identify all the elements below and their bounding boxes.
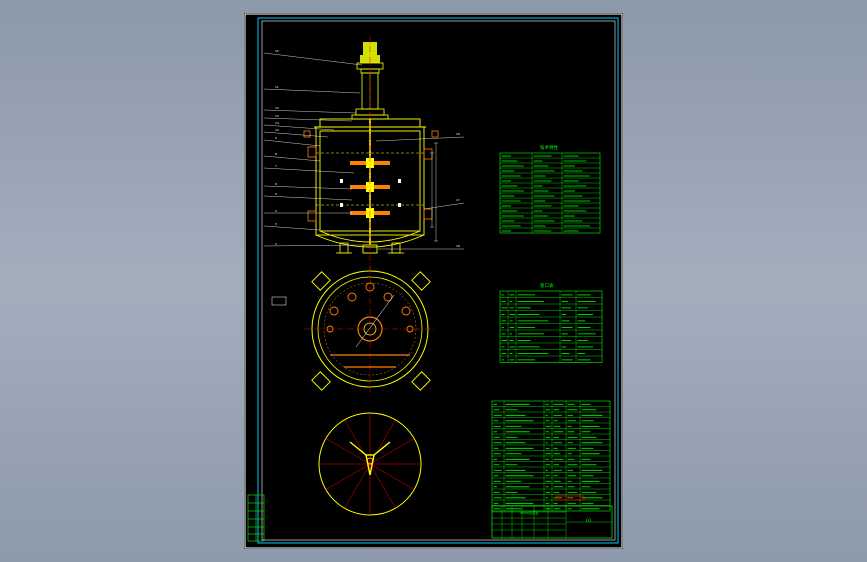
part-number-label: 16 bbox=[456, 132, 460, 136]
part-number-label: 6 bbox=[275, 182, 277, 186]
part-numbers-right: 16 17 18 bbox=[456, 132, 460, 248]
elevation-view bbox=[263, 35, 465, 271]
part-number-label: 14 bbox=[275, 121, 279, 125]
part-number-label: 3 bbox=[275, 222, 277, 226]
impeller-detail-view bbox=[318, 412, 422, 516]
detail-spoke bbox=[369, 463, 415, 490]
drawing-frame bbox=[257, 17, 619, 544]
part-number-label: 8 bbox=[275, 152, 277, 156]
part-number-label: 7 bbox=[275, 164, 277, 168]
part-number-label: 18 bbox=[456, 244, 460, 248]
part-number-label: 5 bbox=[275, 192, 277, 196]
part-number-label: 17 bbox=[456, 198, 460, 202]
part-number-label: 15 bbox=[275, 49, 279, 53]
plan-callout-2 bbox=[271, 296, 287, 306]
drawing-sheet: 15 11 12 13 14 10 9 8 7 6 5 4 3 2 16 17 18 bbox=[244, 13, 623, 549]
reactor-assembly-drawing: 15 11 12 13 14 10 9 8 7 6 5 4 3 2 16 17 18 技术特性 管口表 500… bbox=[244, 13, 623, 549]
detail-spoke bbox=[325, 463, 371, 490]
margin-revision-block bbox=[247, 494, 265, 542]
tech-table-title: 技术特性 bbox=[540, 144, 558, 151]
dimension-lines bbox=[430, 142, 438, 242]
part-number-label: 4 bbox=[275, 209, 277, 213]
technical-characteristics-table bbox=[499, 152, 601, 234]
part-number-label: 13 bbox=[275, 114, 279, 118]
leader-lines-left bbox=[263, 52, 363, 247]
nozzle-table-title: 管口表 bbox=[540, 282, 554, 289]
part-number-label: 12 bbox=[275, 106, 279, 110]
agitator bbox=[340, 119, 401, 245]
part-number-label: 2 bbox=[275, 242, 277, 246]
detail-spoke bbox=[325, 438, 371, 465]
title-block-name: 5000L反应釜 bbox=[520, 510, 538, 515]
detail-spoke bbox=[344, 463, 371, 509]
cad-viewport[interactable]: 15 11 12 13 14 10 9 8 7 6 5 4 3 2 16 17 18 bbox=[0, 0, 867, 562]
sheet-outer-border bbox=[244, 13, 623, 549]
nozzle-table bbox=[499, 290, 603, 363]
plan-view bbox=[271, 265, 436, 395]
jacket-nozzles bbox=[303, 130, 439, 222]
detail-spoke bbox=[369, 463, 396, 509]
part-number-label: 9 bbox=[275, 136, 277, 140]
detail-spoke bbox=[369, 438, 415, 465]
part-numbers-left: 15 11 12 13 14 10 9 8 7 6 5 4 3 2 bbox=[275, 49, 279, 246]
part-number-label: 11 bbox=[275, 85, 279, 89]
title-block-code: 01 bbox=[586, 518, 592, 524]
part-number-label: 10 bbox=[275, 128, 279, 132]
parts-list-table bbox=[491, 400, 611, 512]
drawing-frame-inner bbox=[261, 20, 616, 541]
